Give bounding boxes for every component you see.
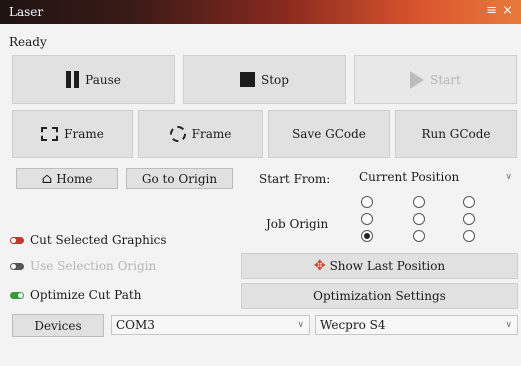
stop-icon	[240, 72, 256, 87]
start-from-label: Start From:	[259, 172, 331, 186]
start-label: Start	[430, 72, 461, 87]
job-origin-radio-bottom-center[interactable]	[413, 230, 425, 242]
chevron-down-icon: ∨	[505, 172, 512, 182]
frame-rectangle-icon	[41, 127, 59, 141]
home-button[interactable]: ⌂ Home	[16, 168, 118, 189]
job-origin-radio-middle-right[interactable]	[463, 213, 475, 225]
start-button[interactable]: Start	[354, 55, 517, 104]
save-gcode-label: Save GCode	[292, 127, 366, 141]
job-origin-radio-bottom-left[interactable]	[361, 230, 373, 242]
job-origin-radio-bottom-right[interactable]	[463, 230, 475, 242]
pause-label: Pause	[85, 72, 121, 87]
job-origin-radio-middle-left[interactable]	[361, 213, 373, 225]
frame-circle-button[interactable]: Frame	[138, 110, 263, 158]
optimize-cut-path-label: Optimize Cut Path	[30, 288, 142, 302]
use-selection-origin-label: Use Selection Origin	[30, 259, 157, 273]
chevron-down-icon: ∨	[505, 320, 512, 330]
close-icon[interactable]: ×	[502, 3, 513, 18]
job-origin-radio-middle-center[interactable]	[413, 213, 425, 225]
hamburger-menu-icon[interactable]: ≡	[486, 3, 497, 18]
run-gcode-button[interactable]: Run GCode	[395, 110, 517, 158]
job-origin-radio-top-center[interactable]	[413, 196, 425, 208]
port-value: COM3	[116, 318, 155, 332]
window-title: Laser	[9, 5, 44, 19]
job-origin-radio-top-right[interactable]	[463, 196, 475, 208]
job-origin-radio-top-left[interactable]	[361, 196, 373, 208]
cut-selected-toggle[interactable]	[10, 237, 24, 244]
start-from-select[interactable]: Current Position ∨	[355, 168, 517, 188]
go-to-origin-button[interactable]: Go to Origin	[126, 168, 233, 189]
cut-selected-label: Cut Selected Graphics	[30, 233, 167, 247]
crosshair-icon: ✥	[313, 258, 326, 274]
use-selection-origin-toggle[interactable]	[10, 263, 24, 270]
pause-icon	[66, 71, 80, 88]
frame-circle-icon	[169, 126, 186, 142]
optimize-cut-path-toggle[interactable]	[10, 292, 24, 299]
home-icon: ⌂	[41, 170, 53, 187]
machine-select[interactable]: Wecpro S4 ∨	[315, 315, 518, 335]
go-to-origin-label: Go to Origin	[141, 171, 218, 186]
optimization-settings-label: Optimization Settings	[313, 289, 446, 303]
frame-rectangle-label: Frame	[64, 127, 104, 141]
devices-button[interactable]: Devices	[12, 314, 104, 337]
run-gcode-label: Run GCode	[421, 127, 491, 141]
job-origin-label: Job Origin	[266, 217, 329, 231]
show-last-position-label: Show Last Position	[329, 259, 446, 273]
port-select[interactable]: COM3 ∨	[111, 315, 310, 335]
frame-rectangle-button[interactable]: Frame	[12, 110, 133, 158]
home-label: Home	[56, 171, 93, 186]
start-from-value: Current Position	[359, 170, 460, 184]
title-bar: Laser ≡ ×	[0, 0, 521, 24]
chevron-down-icon: ∨	[297, 320, 304, 330]
devices-label: Devices	[34, 318, 82, 333]
status-text: Ready	[9, 35, 47, 49]
frame-circle-label: Frame	[191, 127, 232, 141]
pause-button[interactable]: Pause	[12, 55, 175, 104]
stop-label: Stop	[261, 72, 289, 87]
save-gcode-button[interactable]: Save GCode	[268, 110, 390, 158]
stop-button[interactable]: Stop	[183, 55, 346, 104]
optimization-settings-button[interactable]: Optimization Settings	[241, 283, 518, 309]
show-last-position-button[interactable]: ✥ Show Last Position	[241, 253, 518, 279]
machine-value: Wecpro S4	[320, 318, 386, 332]
play-icon	[410, 70, 425, 89]
